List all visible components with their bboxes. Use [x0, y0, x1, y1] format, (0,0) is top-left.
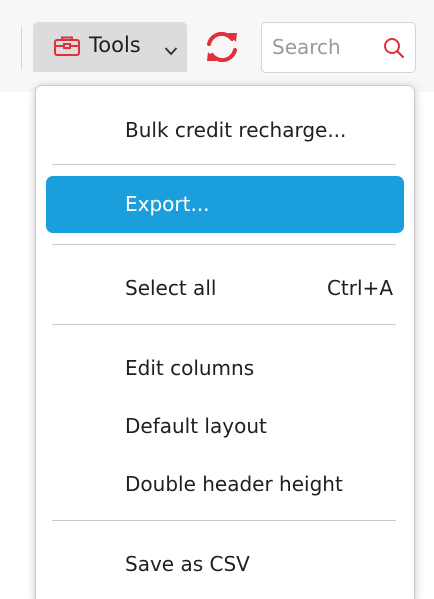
page: Tools Search Bulk credit recharge... Exp… — [0, 0, 434, 599]
menu-item-export[interactable]: Export... — [46, 176, 404, 233]
search-box — [261, 22, 416, 73]
menu-item-double-header-height[interactable]: Double header height — [46, 456, 404, 512]
menu-separator — [52, 520, 396, 521]
search-icon[interactable] — [383, 37, 405, 59]
toolbar: Tools — [0, 0, 434, 92]
tools-label: Tools — [89, 33, 141, 57]
toolbar-divider — [21, 26, 22, 70]
menu-separator — [52, 324, 396, 325]
menu-item-label: Edit columns — [125, 356, 255, 380]
menu-separator — [52, 164, 396, 165]
menu-item-bulk-credit-recharge[interactable]: Bulk credit recharge... — [46, 102, 404, 158]
menu-item-label: Bulk credit recharge... — [125, 118, 347, 142]
menu-separator — [52, 244, 396, 245]
refresh-icon[interactable] — [201, 27, 243, 67]
menu-item-label: Default layout — [125, 414, 267, 438]
menu-item-label: Save as CSV — [125, 552, 250, 576]
search-input[interactable] — [272, 33, 382, 61]
chevron-down-icon — [164, 41, 178, 56]
tools-menu-button[interactable]: Tools — [33, 22, 187, 72]
menu-item-shortcut: Ctrl+A — [326, 276, 393, 300]
menu-item-label: Select all — [125, 276, 217, 300]
menu-item-edit-columns[interactable]: Edit columns — [46, 340, 404, 396]
menu-item-label: Double header height — [125, 472, 343, 496]
menu-item-label: Export... — [125, 192, 210, 216]
toolbox-icon — [53, 35, 81, 57]
menu-item-default-layout[interactable]: Default layout — [46, 398, 404, 454]
tools-dropdown-menu: Bulk credit recharge... Export... Select… — [36, 86, 414, 599]
menu-item-select-all[interactable]: Select all Ctrl+A — [46, 260, 404, 316]
menu-item-save-as-csv[interactable]: Save as CSV — [46, 536, 404, 592]
